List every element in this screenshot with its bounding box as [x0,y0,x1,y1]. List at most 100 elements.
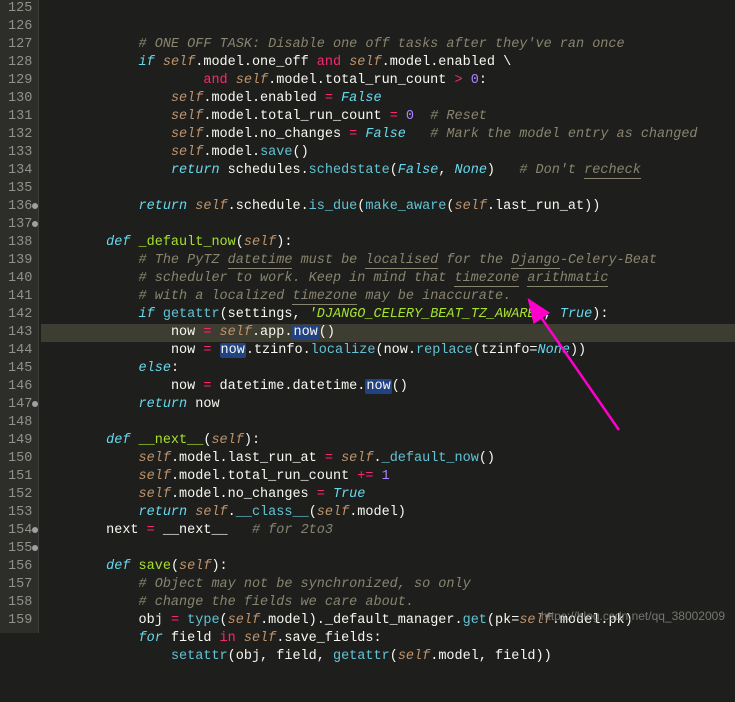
code-line[interactable]: # ONE OFF TASK: Disable one off tasks af… [41,36,735,54]
code-token: self [195,505,227,520]
code-line[interactable] [41,180,735,198]
code-token: timezone [292,289,357,305]
fold-marker-icon[interactable] [32,545,38,551]
code-token: ( [390,163,398,178]
fold-marker-icon[interactable] [32,221,38,227]
line-number: 134 [8,162,32,180]
code-token: self [220,325,252,340]
code-token: and [203,73,235,88]
code-token: def [106,235,138,250]
code-line[interactable]: now = datetime.datetime.now() [41,378,735,396]
code-token: _default_now [139,235,236,250]
line-number: 135 [8,180,32,198]
code-token: self [171,109,203,124]
code-line[interactable]: if self.model.one_off and self.model.ena… [41,54,735,72]
code-token: getattr [163,307,220,322]
code-token: = [147,523,163,538]
code-line[interactable]: def __next__(self): [41,432,735,450]
code-line[interactable] [41,216,735,234]
code-line[interactable]: # with a localized timezone may be inacc… [41,288,735,306]
code-token: save [139,559,171,574]
code-token: self [171,91,203,106]
code-token: .model. [203,145,260,160]
code-token: else [139,361,171,376]
code-token: 0 [471,73,479,88]
code-line[interactable] [41,414,735,432]
code-token: self [244,631,276,646]
line-number: 129 [8,72,32,90]
code-token: 0 [406,109,414,124]
code-token: .app. [252,325,293,340]
line-number: 151 [8,468,32,486]
code-token: () [392,379,408,394]
code-line[interactable]: self.model.no_changes = False # Mark the… [41,126,735,144]
code-line[interactable]: self.model.enabled = False [41,90,735,108]
code-token: () [292,145,308,160]
code-line[interactable]: return self.__class__(self.model) [41,504,735,522]
code-token: self [139,451,171,466]
code-line[interactable]: def save(self): [41,558,735,576]
code-token: self [179,559,211,574]
code-token: if [139,55,163,70]
fold-marker-icon[interactable] [32,401,38,407]
code-token: localised [365,253,438,269]
line-number: 157 [8,576,32,594]
code-line[interactable]: return now [41,396,735,414]
code-token: may be inaccurate. [357,289,511,304]
code-token: __next__ [163,523,252,538]
code-token: # change the fields we care about. [139,595,414,610]
code-token: = [317,487,333,502]
fold-marker-icon[interactable] [32,527,38,533]
code-line[interactable]: self.model.save() [41,144,735,162]
code-editor[interactable]: 1251261271281291301311321331341351361371… [0,0,735,633]
code-token: = [203,343,219,358]
code-token: = [325,451,341,466]
code-line[interactable]: setattr(obj, field, getattr(self.model, … [41,648,735,666]
line-number: 145 [8,360,32,378]
line-number: 125 [8,0,32,18]
code-token: self [211,433,243,448]
code-line[interactable]: # Object may not be synchronized, so onl… [41,576,735,594]
code-token: 'DJANGO_CELERY_BEAT_TZ_AWARE' [309,307,544,322]
code-token: .model.total_run_count [171,469,357,484]
code-line[interactable] [41,540,735,558]
code-token: .model)._default_manager. [260,613,463,628]
code-token: # for 2to3 [252,523,333,538]
line-number: 159 [8,612,32,630]
code-token: = [171,613,187,628]
line-number: 130 [8,90,32,108]
code-line[interactable]: self.model.total_run_count += 1 [41,468,735,486]
code-line[interactable]: next = __next__ # for 2to3 [41,522,735,540]
code-token: # Object may not be synchronized, so onl… [139,577,471,592]
code-line[interactable]: return schedules.schedstate(False, None)… [41,162,735,180]
code-token: return [139,397,196,412]
code-token: . [228,505,236,520]
code-token: # scheduler to work. Keep in mind that [139,271,455,286]
code-line[interactable]: # scheduler to work. Keep in mind that t… [41,270,735,288]
code-token: self [171,127,203,142]
code-token: replace [416,343,473,358]
code-line[interactable]: # The PyTZ datetime must be localised fo… [41,252,735,270]
code-token: True [333,487,365,502]
code-token: .save_fields: [276,631,381,646]
code-token: self [139,469,171,484]
code-line[interactable]: now = now.tzinfo.localize(now.replace(tz… [41,342,735,360]
fold-marker-icon[interactable] [32,203,38,209]
code-line[interactable]: self.model.total_run_count = 0 # Reset [41,108,735,126]
code-token: ( [309,505,317,520]
code-token: .model.enabled \ [382,55,512,70]
code-line[interactable]: else: [41,360,735,378]
code-token: ): [211,559,227,574]
code-line[interactable]: if getattr(settings, 'DJANGO_CELERY_BEAT… [41,306,735,324]
line-number: 148 [8,414,32,432]
code-line[interactable]: def _default_now(self): [41,234,735,252]
line-number: 144 [8,342,32,360]
code-line[interactable]: and self.model.total_run_count > 0: [41,72,735,90]
code-line[interactable]: self.model.no_changes = True [41,486,735,504]
code-area[interactable]: # ONE OFF TASK: Disable one off tasks af… [39,0,735,633]
code-line[interactable]: now = self.app.now() [41,324,735,342]
code-line[interactable]: return self.schedule.is_due(make_aware(s… [41,198,735,216]
code-token: _default_now [382,451,479,466]
line-number: 139 [8,252,32,270]
code-line[interactable]: self.model.last_run_at = self._default_n… [41,450,735,468]
